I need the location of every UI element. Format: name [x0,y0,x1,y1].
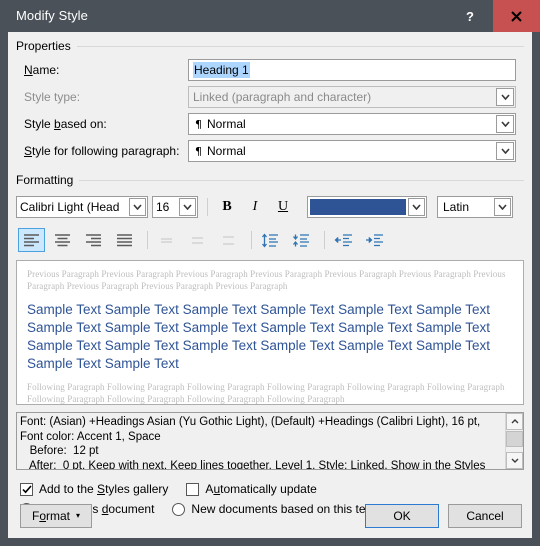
font-color-combo[interactable] [307,196,427,218]
scroll-thumb[interactable] [506,431,523,447]
dialog-title: Modify Style [16,8,89,23]
font-family-value: Calibri Light (Head [20,200,120,214]
toolbar-separator [324,231,325,249]
close-button[interactable] [493,0,540,32]
chevron-down-icon[interactable] [496,142,514,160]
align-justify-icon [117,234,132,247]
italic-button[interactable]: I [242,195,268,219]
style-based-on-row: Style based on: ¶ Normal [16,112,524,136]
style-based-on-dropdown[interactable]: ¶ Normal [188,113,516,135]
align-justify-button[interactable] [111,228,138,252]
align-center-button[interactable] [49,228,76,252]
style-following-paragraph-row: Style for following paragraph: ¶ Normal [16,139,524,163]
preview-following-paragraph: Following Paragraph Following Paragraph … [27,382,505,404]
group-divider [79,179,524,181]
align-right-icon [86,234,101,247]
pilcrow-icon: ¶ [195,117,202,131]
ok-button[interactable]: OK [365,504,439,528]
decrease-paragraph-spacing-button[interactable] [288,228,315,252]
font-family-combo[interactable]: Calibri Light (Head [16,196,148,218]
style-following-paragraph-value: Normal [207,144,246,158]
style-type-dropdown[interactable]: Linked (paragraph and character) [188,86,516,108]
cancel-button[interactable]: Cancel [448,504,522,528]
scroll-up-button[interactable] [506,413,523,430]
chevron-down-icon[interactable] [129,198,146,216]
line-spacing-double-button [215,228,242,252]
chevron-down-icon[interactable] [494,198,511,216]
increase-paragraph-spacing-icon [261,232,278,248]
check-icon [21,484,32,493]
chevron-down-icon[interactable] [496,88,514,106]
decrease-indent-button[interactable] [330,228,357,252]
style-based-on-label: Style based on: [24,117,107,131]
style-based-on-value: Normal [207,117,246,131]
chevron-down-icon[interactable] [179,198,196,216]
toolbar-separator [147,231,148,249]
name-value: Heading 1 [193,62,250,78]
scroll-down-button[interactable] [506,452,523,469]
formatting-group-header: Formatting [16,166,524,192]
toolbar-separator [251,231,252,249]
preview-previous-paragraph: Previous Paragraph Previous Paragraph Pr… [27,269,506,291]
font-size-combo[interactable]: 16 [152,196,198,218]
font-size-value: 16 [156,200,170,214]
bold-button[interactable]: B [214,195,240,219]
style-description-box: Font: (Asian) +Headings Asian (Yu Gothic… [16,412,524,470]
format-button-label: Format [31,509,70,523]
formatting-group: Formatting [16,166,524,192]
properties-group: Properties Name: Heading 1 Style type: L… [16,32,524,163]
preview-sample-text: Sample Text Sample Text Sample Text Samp… [27,302,490,371]
line-spacing-1-5-icon [192,237,203,244]
line-spacing-single-icon [161,238,172,243]
align-left-button[interactable] [18,228,45,252]
font-color-swatch [310,199,406,215]
underline-button[interactable]: U [270,195,296,219]
pilcrow-icon: ¶ [195,144,202,158]
line-spacing-1-5-button [184,228,211,252]
style-description-text: Font: (Asian) +Headings Asian (Yu Gothic… [20,416,486,469]
decrease-indent-icon [334,234,352,247]
style-type-label: Style type: [24,90,81,104]
increase-indent-button[interactable] [361,228,388,252]
group-divider [76,45,524,47]
style-type-row: Style type: Linked (paragraph and charac… [16,85,524,109]
format-button[interactable]: Format ▾ [20,504,92,528]
line-spacing-single-button [153,228,180,252]
properties-group-label: Properties [16,39,71,53]
toolbar-separator [207,198,208,216]
help-button[interactable]: ? [447,0,493,32]
style-following-paragraph-dropdown[interactable]: ¶ Normal [188,140,516,162]
align-right-button[interactable] [80,228,107,252]
align-center-icon [55,234,70,247]
align-left-icon [24,234,39,247]
caret-down-icon: ▾ [76,511,81,520]
decrease-paragraph-spacing-icon [292,233,309,247]
script-value: Latin [443,200,470,214]
chevron-down-icon [511,458,518,463]
name-label: Name: [24,63,60,77]
modify-style-dialog: Modify Style ? Properties Name: Heading … [0,0,540,546]
description-scrollbar[interactable] [505,413,523,469]
properties-group-header: Properties [16,32,524,58]
close-icon [511,10,522,22]
dialog-button-bar: Format ▾ OK Cancel [8,494,532,538]
chevron-up-icon [511,419,518,424]
style-preview-pane: Previous Paragraph Previous Paragraph Pr… [16,260,524,405]
paragraph-toolbar [8,224,532,258]
chevron-down-icon[interactable] [496,115,514,133]
style-following-paragraph-label: Style for following paragraph: [24,144,180,158]
font-toolbar: Calibri Light (Head 16 B I U Latin [8,192,532,224]
name-row: Name: Heading 1 [16,58,524,82]
increase-paragraph-spacing-button[interactable] [257,228,284,252]
title-bar: Modify Style ? [0,0,540,32]
dialog-body: Properties Name: Heading 1 Style type: L… [8,32,532,538]
formatting-group-label: Formatting [16,173,74,187]
chevron-down-icon[interactable] [408,198,425,216]
line-spacing-double-icon [223,236,234,245]
increase-indent-icon [366,234,383,247]
style-type-value: Linked (paragraph and character) [193,90,372,104]
script-combo[interactable]: Latin [437,196,513,218]
name-input[interactable]: Heading 1 [188,59,516,81]
